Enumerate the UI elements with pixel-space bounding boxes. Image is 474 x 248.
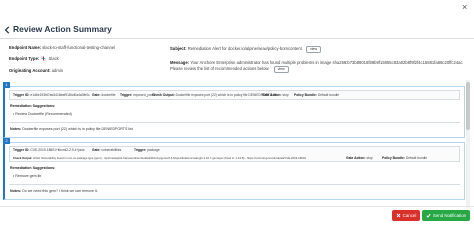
remediation-label: Remediation Suggestions: [10,104,56,108]
endpoint-name-label: Endpoint Name: [9,45,42,50]
send-notification-label: Send Notification [432,213,467,218]
policy-bundle: Policy Bundle: Default bundle [294,93,340,97]
gate: Gate: vulnerabilities [92,148,122,152]
trigger: Trigger: package [134,148,160,152]
card-meta-row: Trigger ID: CVE-2019-18601+libxml2-2.9.4… [9,146,460,162]
scrollbar-thumb[interactable] [466,82,470,130]
endpoint-type-row: Endpoint Type: Slack [9,56,59,62]
card-divider [9,122,460,123]
dialog-title: Review Action Summary [13,24,112,34]
originating-account-label: Originating Account: [9,68,51,73]
card-index-badge: 2 [3,138,10,144]
message-value: Your Anchore Enterprise administrator ha… [190,60,463,65]
subject-value: Remediation Alert for docker.io/alpine/w… [187,46,302,51]
gate-action: Gate Action: stop [346,156,373,160]
action-card: 1 Trigger ID: e1d6e193fd7ad4418eaf9184d0… [3,82,465,138]
gate: Gate: dockerfile [92,93,116,97]
card-meta-row: Trigger ID: e1d6e193fd7ad4418eaf9184d0a4… [9,90,460,100]
subject-row: Subject: Remediation Alert for docker.io… [170,46,322,53]
dialog-header: Review Action Summary [0,23,474,37]
card-index-badge: 1 [3,82,10,88]
notes-row: Notes: Do we need this gem? I think we c… [10,189,98,193]
action-card: 2 Trigger ID: CVE-2019-18601+libxml2-2.9… [3,138,465,200]
trigger-id: Trigger ID: CVE-2019-18601+libxml2-2.9.4… [13,148,85,152]
policy-bundle: Policy Bundle: Default bundle [382,156,428,160]
subject-label: Subject: [170,46,187,51]
message-value-line2: Please review the list of recommended ac… [170,66,270,71]
footer-divider [0,206,474,207]
close-icon [396,213,401,218]
header-divider [0,38,474,39]
check-output: Check Output: HIGH Vulnerability found i… [13,156,306,160]
notes-row: Notes: Dockerfile exposes port (22) whic… [10,127,133,131]
card-divider [9,184,460,185]
remediation-label: Remediation Suggestions: [10,166,56,170]
subject-view-button[interactable]: view [305,46,322,53]
originating-account-value: admin [51,68,64,73]
suggestion-item: • Review Dockerfile (Recommended) [13,112,72,116]
endpoint-type-label: Endpoint Type: [9,56,40,61]
message-row-2: Please review the list of recommended ac… [170,66,289,73]
endpoint-name-row: Endpoint Name: slack-to-staff-functional… [9,45,115,51]
check-icon [426,213,431,218]
trigger: Trigger: exposed_ports [120,93,155,97]
slack-icon [41,56,46,61]
message-label: Message: [170,60,190,65]
close-icon[interactable]: × [462,2,467,12]
arrow-left-icon[interactable] [4,26,12,34]
cancel-button-label: Cancel [402,213,417,218]
check-output: Check Output: Dockerfile exposes port (2… [152,93,278,97]
gate-action: Gate Action: stop [262,93,289,97]
endpoint-name-value: slack-to-staff-functional-testing-channe… [42,45,116,50]
send-notification-button[interactable]: Send Notification [422,210,470,221]
trigger-id: Trigger ID: e1d6e193fd7ad4418eaf9184d0a4… [13,93,90,97]
endpoint-type-value: Slack [48,56,59,61]
suggestion-item: • Remove gem lib [13,174,42,178]
originating-account-row: Originating Account: admin [9,68,63,74]
window-top-bar: × [0,0,474,18]
message-view-button[interactable]: view [273,66,289,73]
cancel-button[interactable]: Cancel [392,210,420,221]
